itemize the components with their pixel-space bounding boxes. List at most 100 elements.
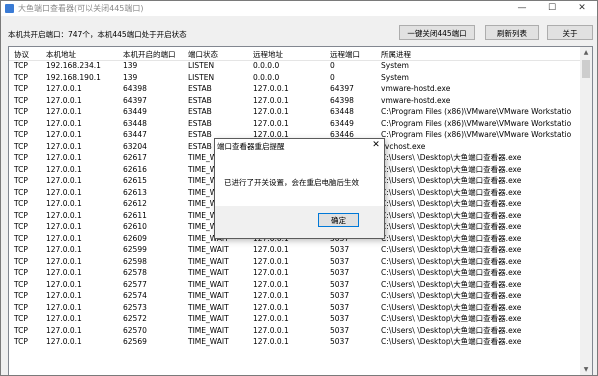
close-445-button[interactable]: 一键关闭445端口 xyxy=(399,25,475,40)
table-row[interactable]: TCP 127.0.0.1 62574 TIME_WAIT 127.0.0.1 5037 C… xyxy=(9,290,580,301)
table-row[interactable]: TCP 127.0.0.1 62599 TIME_WAIT 127.0.0.1 5037 C… xyxy=(9,244,580,255)
table-cell: 127.0.0.1 xyxy=(46,84,82,93)
table-cell: 127.0.0.1 xyxy=(253,107,289,116)
title-bar: 大鱼端口查看器(可以关闭445端口) — ☐ ✕ xyxy=(1,1,597,16)
window-title: 大鱼端口查看器(可以关闭445端口) xyxy=(18,4,144,13)
table-cell: TIME_WAIT xyxy=(188,325,229,335)
table-cell: TCP xyxy=(14,118,28,128)
table-cell: 127.0.0.1 xyxy=(253,302,289,312)
table-cell: 62617 xyxy=(123,153,147,162)
table-cell: TIME_WAIT xyxy=(188,302,229,312)
table-cell: 127.0.0.1 xyxy=(46,291,82,300)
table-cell: 62609 xyxy=(123,233,147,243)
ok-button[interactable]: 确定 xyxy=(318,213,359,227)
table-cell: 62615 xyxy=(123,176,147,185)
table-cell: 62570 xyxy=(123,325,147,335)
table-cell: 0 xyxy=(330,61,335,70)
table-cell: C:\Users\ \Desktop\大鱼端口查看器.exe xyxy=(381,314,522,323)
table-cell: 127.0.0.1 xyxy=(46,199,82,208)
table-cell: 63448 xyxy=(123,118,147,128)
table-cell: 127.0.0.1 xyxy=(253,256,289,266)
table-row[interactable]: TCP 127.0.0.1 63449 ESTAB 127.0.0.1 63448 C:\P… xyxy=(9,106,580,117)
maximize-button[interactable]: ☐ xyxy=(537,1,567,16)
table-cell: 127.0.0.1 xyxy=(253,268,289,277)
about-button[interactable]: 关于 xyxy=(547,25,593,40)
table-cell: 127.0.0.1 xyxy=(46,337,82,346)
table-cell: System xyxy=(381,72,409,82)
table-cell: C:\Users\ \Desktop\大鱼端口查看器.exe xyxy=(381,233,522,243)
table-row[interactable]: TCP 127.0.0.1 62577 TIME_WAIT 127.0.0.1 5037 C… xyxy=(9,279,580,290)
table-cell: TCP xyxy=(14,84,28,93)
scroll-thumb[interactable] xyxy=(582,60,590,78)
table-cell: TCP xyxy=(14,222,28,231)
table-row[interactable]: TCP 192.168.190.1 139 LISTEN 0.0.0.0 0 System xyxy=(9,72,580,83)
table-row[interactable]: TCP 127.0.0.1 62573 TIME_WAIT 127.0.0.1 5037 C… xyxy=(9,302,580,313)
column-header-local-port[interactable]: 本机开启的端口 xyxy=(123,49,176,60)
table-cell: ESTAB xyxy=(188,95,212,105)
table-cell: ESTAB xyxy=(188,118,212,128)
table-cell: 127.0.0.1 xyxy=(253,118,289,128)
table-cell: 63449 xyxy=(123,107,147,116)
table-cell: 127.0.0.1 xyxy=(46,314,82,323)
table-cell: System xyxy=(381,61,409,70)
table-cell: 127.0.0.1 xyxy=(46,141,82,151)
column-header-remote-address[interactable]: 远程地址 xyxy=(253,49,283,60)
table-row[interactable]: TCP 127.0.0.1 64398 ESTAB 127.0.0.1 64397 vmwa… xyxy=(9,83,580,94)
scroll-down-icon[interactable]: ▼ xyxy=(580,364,592,375)
column-header-local-address[interactable]: 本机地址 xyxy=(46,49,76,60)
table-cell: C:\Users\ \Desktop\大鱼端口查看器.exe xyxy=(381,153,522,162)
table-cell: 62598 xyxy=(123,256,147,266)
close-button[interactable]: ✕ xyxy=(567,1,597,16)
table-cell: TCP xyxy=(14,176,28,185)
table-cell: C:\Users\ \Desktop\大鱼端口查看器.exe xyxy=(381,199,522,208)
table-cell: 139 xyxy=(123,72,138,82)
column-header-process[interactable]: 所属进程 xyxy=(381,49,411,60)
scroll-up-icon[interactable]: ▲ xyxy=(580,47,592,59)
table-cell: 0.0.0.0 xyxy=(253,72,280,82)
table-cell: TCP xyxy=(14,61,28,70)
table-cell: TIME_WAIT xyxy=(188,268,229,277)
dialog-close-button[interactable]: ✕ xyxy=(370,139,382,151)
table-cell: 127.0.0.1 xyxy=(46,325,82,335)
table-cell: LISTEN xyxy=(188,72,215,82)
table-row[interactable]: TCP 127.0.0.1 64397 ESTAB 127.0.0.1 64398 vmwa… xyxy=(9,95,580,106)
table-row[interactable]: TCP 127.0.0.1 63448 ESTAB 127.0.0.1 63449 C:\P… xyxy=(9,118,580,129)
table-cell: 0 xyxy=(330,72,335,82)
column-header-protocol[interactable]: 协议 xyxy=(14,49,29,60)
restart-reminder-dialog: 端口查看器重启提醒 ✕ 已进行了开关设置，会在重启电脑后生效 确定 xyxy=(214,138,385,239)
table-cell: 62616 xyxy=(123,164,147,174)
main-window: 大鱼端口查看器(可以关闭445端口) — ☐ ✕ 本机共开启端口：747个，本机… xyxy=(0,0,598,376)
table-cell: 127.0.0.1 xyxy=(46,176,82,185)
table-cell: TCP xyxy=(14,337,28,346)
table-cell: C:\Users\ \Desktop\大鱼端口查看器.exe xyxy=(381,256,522,266)
table-row[interactable]: TCP 127.0.0.1 62578 TIME_WAIT 127.0.0.1 5037 C… xyxy=(9,267,580,278)
table-cell: 5037 xyxy=(330,337,350,346)
vertical-scrollbar[interactable]: ▲ ▼ xyxy=(580,47,592,375)
column-header-remote-port[interactable]: 远程端口 xyxy=(330,49,360,60)
table-cell: TCP xyxy=(14,72,28,82)
table-row[interactable]: TCP 127.0.0.1 62569 TIME_WAIT 127.0.0.1 5037 C… xyxy=(9,336,580,347)
table-row[interactable]: TCP 127.0.0.1 62572 TIME_WAIT 127.0.0.1 5037 C… xyxy=(9,313,580,324)
column-headers: 协议 本机地址 本机开启的端口 端口状态 远程地址 远程端口 所属进程 xyxy=(9,47,580,61)
dialog-title: 端口查看器重启提醒 xyxy=(217,142,285,151)
table-cell: 5037 xyxy=(330,256,350,266)
table-cell: ESTAB xyxy=(188,107,212,116)
table-cell: 62577 xyxy=(123,279,147,289)
table-cell: C:\Users\ \Desktop\大鱼端口查看器.exe xyxy=(381,302,522,312)
table-row[interactable]: TCP 192.168.234.1 139 LISTEN 0.0.0.0 0 System xyxy=(9,60,580,71)
minimize-button[interactable]: — xyxy=(507,1,537,16)
table-cell: C:\Users\ \Desktop\大鱼端口查看器.exe xyxy=(381,291,522,300)
table-cell: 62613 xyxy=(123,187,147,197)
table-cell: TCP xyxy=(14,130,28,139)
table-cell: 62599 xyxy=(123,245,147,254)
table-cell: C:\Users\ \Desktop\大鱼端口查看器.exe xyxy=(381,176,522,185)
table-cell: 64397 xyxy=(123,95,147,105)
table-row[interactable]: TCP 127.0.0.1 62570 TIME_WAIT 127.0.0.1 5037 C… xyxy=(9,325,580,336)
table-cell: vmware-hostd.exe xyxy=(381,84,451,93)
column-header-port-state[interactable]: 端口状态 xyxy=(188,49,218,60)
table-cell: TIME_WAIT xyxy=(188,245,229,254)
refresh-list-button[interactable]: 刷新列表 xyxy=(485,25,539,40)
table-cell: 127.0.0.1 xyxy=(46,95,82,105)
table-row[interactable]: TCP 127.0.0.1 62598 TIME_WAIT 127.0.0.1 5037 C… xyxy=(9,256,580,267)
table-cell: 5037 xyxy=(330,325,350,335)
